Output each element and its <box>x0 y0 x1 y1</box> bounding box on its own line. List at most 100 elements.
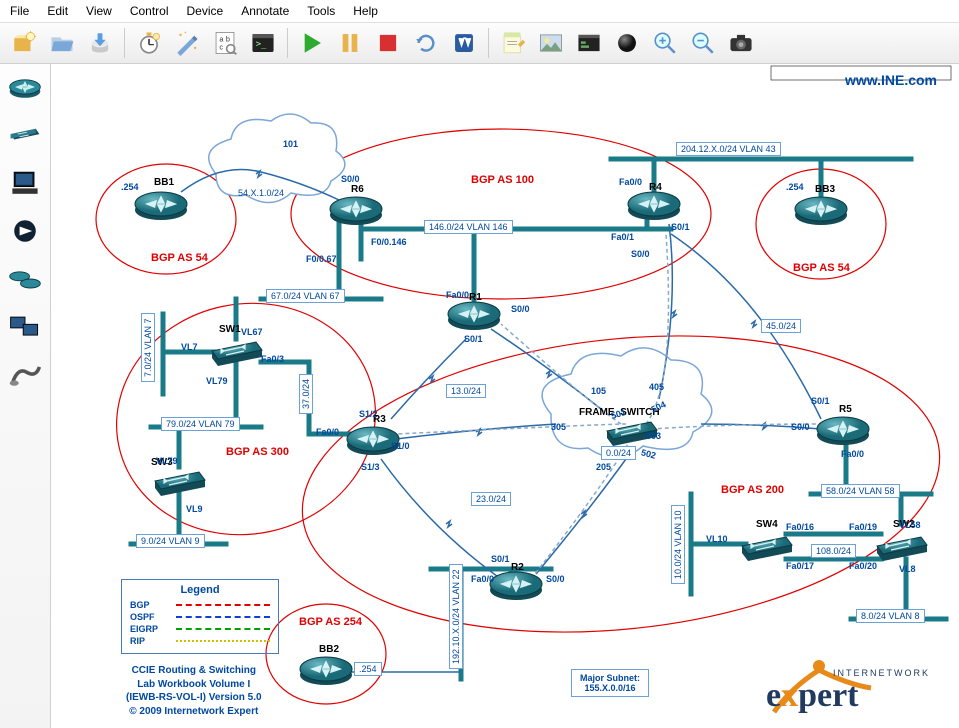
title-l2: Lab Workbook Volume I <box>126 678 262 692</box>
if-sw1-vl79: VL79 <box>206 376 228 386</box>
label-r5: R5 <box>839 404 852 415</box>
device-sw2[interactable] <box>877 537 927 561</box>
menu-bar: File Edit View Control Device Annotate T… <box>0 0 959 23</box>
zoom-in-button[interactable] <box>649 27 681 59</box>
addr-bb2: .254 <box>354 662 382 676</box>
if-r1-fa00: Fa0/0 <box>446 290 469 300</box>
if-r3-s10: S1/0 <box>391 441 410 451</box>
menu-device[interactable]: Device <box>187 4 224 18</box>
palette-pc-icon[interactable] <box>6 168 44 198</box>
if-sw2-fa019: Fa0/19 <box>849 522 877 532</box>
net-vlan43: 204.12.X.0/24 VLAN 43 <box>676 142 781 156</box>
net-vlan22: 192.10.X.0/24 VLAN 22 <box>449 564 463 669</box>
zoom-out-button[interactable] <box>687 27 719 59</box>
screenshot-button[interactable] <box>725 27 757 59</box>
menu-tools[interactable]: Tools <box>307 4 335 18</box>
panel-button[interactable] <box>573 27 605 59</box>
topology-canvas[interactable]: www.INE.com BGP AS 54 BGP AS 100 BGP AS … <box>51 64 959 728</box>
device-r6[interactable] <box>330 197 382 225</box>
menu-annotate[interactable]: Annotate <box>241 4 289 18</box>
sphere-button[interactable] <box>611 27 643 59</box>
if-sw2-fa020: Fa0/20 <box>849 561 877 571</box>
label-bb2: BB2 <box>319 644 339 655</box>
device-bb1[interactable] <box>135 192 187 220</box>
palette-pc-group-icon[interactable] <box>6 312 44 342</box>
menu-view[interactable]: View <box>86 4 112 18</box>
svg-text:b: b <box>226 34 230 43</box>
palette-router-icon[interactable] <box>6 72 44 102</box>
device-r4[interactable] <box>628 192 680 220</box>
menu-help[interactable]: Help <box>353 4 378 18</box>
device-r2[interactable] <box>490 572 542 600</box>
if-sw4-fa016: Fa0/16 <box>786 522 814 532</box>
net-vlan10: 10.0/24 VLAN 10 <box>671 505 685 584</box>
play-button[interactable] <box>296 27 328 59</box>
if-fr-105: 105 <box>591 386 606 396</box>
if-sw2-vl8: VL8 <box>899 564 916 574</box>
if-r4-s00: S0/0 <box>631 249 650 259</box>
reload-button[interactable] <box>410 27 442 59</box>
logo-mid: x <box>781 677 798 714</box>
if-r5-s00: S0/0 <box>791 422 810 432</box>
major-subnet-l2: 155.X.0.0/16 <box>580 683 640 693</box>
stop-button[interactable] <box>372 27 404 59</box>
console-button[interactable]: >_ <box>247 27 279 59</box>
script-button[interactable]: abc <box>209 27 241 59</box>
title-l1: CCIE Routing & Switching <box>126 664 262 678</box>
svg-text:>_: >_ <box>256 39 267 49</box>
palette-node-group-icon[interactable] <box>6 264 44 294</box>
if-r4-s01: S0/1 <box>671 222 690 232</box>
net-37: 37.0/24 <box>299 374 313 414</box>
if-fr-305: 305 <box>551 422 566 432</box>
if-r5-s01: S0/1 <box>811 396 830 406</box>
pause-button[interactable] <box>334 27 366 59</box>
new-topology-button[interactable] <box>8 27 40 59</box>
legend-eigrp: EIGRP <box>130 624 170 634</box>
if-sw1-vl7: VL7 <box>181 342 198 352</box>
legend-title: Legend <box>130 584 270 596</box>
palette-switch-icon[interactable] <box>6 120 44 150</box>
open-button[interactable] <box>46 27 78 59</box>
legend-box: Legend BGP OSPF EIGRP RIP <box>121 579 279 654</box>
virtualbox-button[interactable] <box>448 27 480 59</box>
if-r6-s00: S0/0 <box>341 174 360 184</box>
palette-link-tool-icon[interactable] <box>6 360 44 390</box>
wizard-button[interactable] <box>171 27 203 59</box>
notes-button[interactable] <box>497 27 529 59</box>
as54-left-label: BGP AS 54 <box>151 252 208 264</box>
menu-file[interactable]: File <box>10 4 29 18</box>
if-r5-fa00: Fa0/0 <box>841 449 864 459</box>
net-vlan8: 8.0/24 VLAN 8 <box>856 609 925 623</box>
logo-pre: e <box>766 677 781 714</box>
addr-bb1: .254 <box>121 182 139 192</box>
if-sw2-vl58: VL58 <box>899 520 921 530</box>
label-r2: R2 <box>511 562 524 573</box>
device-r5[interactable] <box>817 417 869 445</box>
device-r1[interactable] <box>448 302 500 330</box>
net-vlan67: 67.0/24 VLAN 67 <box>266 289 345 303</box>
device-bb2[interactable] <box>300 657 352 685</box>
logo-post: pert <box>798 677 859 714</box>
as200-label: BGP AS 200 <box>721 484 784 496</box>
if-r6-f0146: F0/0.146 <box>371 237 407 247</box>
if-r3-s12: S1/2 <box>359 409 378 419</box>
if-sw3-vl79: VL79 <box>156 456 178 466</box>
if-r2-s00: S0/0 <box>546 574 565 584</box>
menu-edit[interactable]: Edit <box>47 4 68 18</box>
as254-label: BGP AS 254 <box>299 616 362 628</box>
legend-ospf: OSPF <box>130 612 170 622</box>
major-subnet-box: Major Subnet: 155.X.0.0/16 <box>571 669 649 697</box>
device-bb3[interactable] <box>795 197 847 225</box>
timer-button[interactable] <box>133 27 165 59</box>
if-sw3-vl9: VL9 <box>186 504 203 514</box>
export-button[interactable] <box>84 27 116 59</box>
if-r3-s13: S1/3 <box>361 462 380 472</box>
if-r1-s01: S0/1 <box>464 334 483 344</box>
image-button[interactable] <box>535 27 567 59</box>
menu-control[interactable]: Control <box>130 4 169 18</box>
if-r2-s01: S0/1 <box>491 554 510 564</box>
palette-end-device-icon[interactable] <box>6 216 44 246</box>
cloud-id: 101 <box>283 139 298 149</box>
net-fr: 0.0/24 <box>601 446 636 460</box>
if-r4-fa00: Fa0/0 <box>619 177 642 187</box>
